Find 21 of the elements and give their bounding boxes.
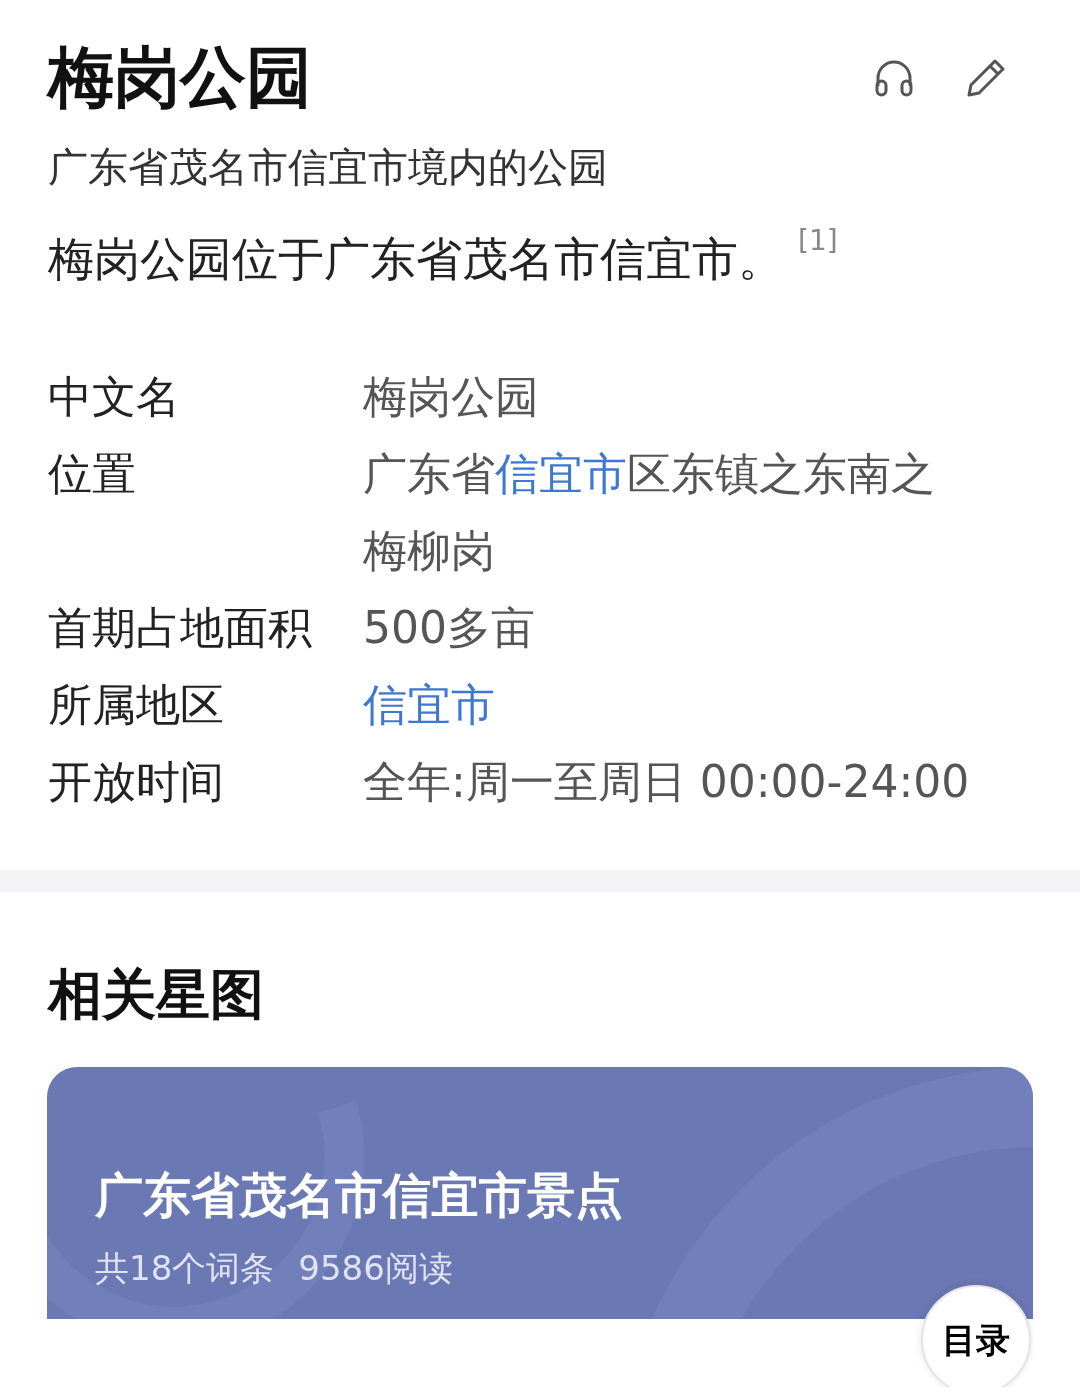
info-label: 位置: [48, 447, 137, 502]
info-value: 区东镇之东南之: [627, 448, 935, 500]
info-label: 所属地区: [48, 678, 225, 733]
info-link[interactable]: 信宜市: [363, 679, 495, 731]
card-stat: 共18个词条: [95, 1247, 275, 1291]
section-title: 相关星图: [48, 962, 265, 1029]
info-label: 中文名: [48, 370, 181, 425]
info-value: 500多亩: [363, 602, 535, 654]
subtitle: 广东省茂名市信宜市境内的公园: [48, 143, 609, 193]
card-stat: 9586阅读: [298, 1247, 453, 1291]
info-value: 广东省: [363, 448, 495, 500]
info-value: 梅岗公园: [363, 371, 539, 423]
info-value: 全年:周一至周日 00:00-24:00: [363, 756, 970, 808]
info-label: 开放时间: [48, 755, 225, 810]
info-label: 首期占地面积: [48, 601, 313, 656]
page-title: 梅岗公园: [48, 38, 312, 118]
info-link[interactable]: 信宜市: [495, 448, 627, 500]
card-title: 广东省茂名市信宜市景点: [95, 1166, 624, 1226]
summary-text: 梅岗公园位于广东省茂名市信宜市。$^{[1]}$: [48, 225, 839, 289]
star-map-card[interactable]: 广东省茂名市信宜市景点 共18个词条 9586阅读: [47, 1067, 1033, 1320]
info-value: 梅柳岗: [363, 525, 495, 577]
